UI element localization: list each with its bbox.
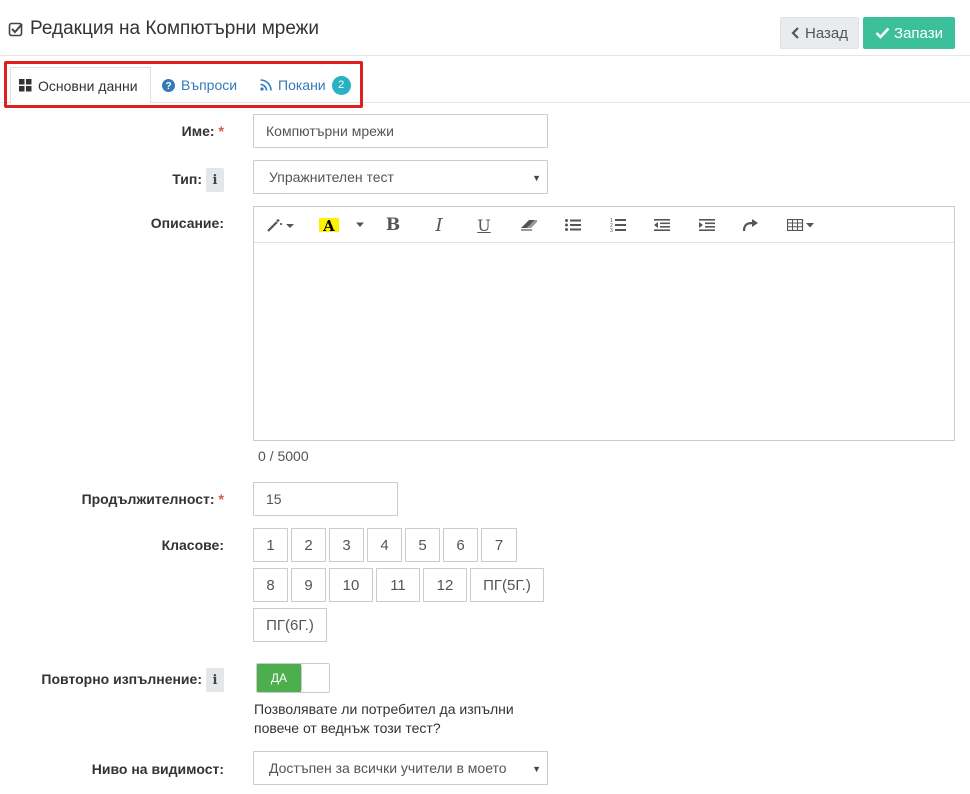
table-icon[interactable]	[782, 207, 822, 243]
grade-option-11[interactable]: 11	[376, 568, 420, 602]
checkbox-checked-icon	[8, 22, 23, 37]
repeat-toggle-on-label: ДА	[257, 664, 301, 692]
redo-icon[interactable]	[738, 207, 764, 243]
font-color-icon[interactable]: A	[316, 207, 342, 243]
outdent-icon[interactable]	[649, 207, 675, 243]
grade-option-8[interactable]: 8	[253, 568, 288, 602]
visibility-select[interactable]: Достъпен за всички учители в моето ▼	[253, 751, 548, 785]
grade-option-5[interactable]: 5	[405, 528, 440, 562]
grade-option-pg5[interactable]: ПГ(5Г.)	[470, 568, 544, 602]
chevron-left-icon	[791, 27, 799, 39]
repeat-help-line-2: повече от веднъж този тест?	[254, 720, 441, 736]
repeat-toggle-knob	[301, 664, 329, 692]
repeat-help-text: Позволявате ли потребител да изпълни пов…	[254, 700, 554, 738]
eraser-icon[interactable]	[516, 207, 542, 243]
duration-input[interactable]: 15	[253, 482, 398, 516]
page-header: Редакция на Компютърни мрежи Назад Запаз…	[0, 0, 970, 56]
numbered-list-icon[interactable]: 123	[605, 207, 631, 243]
bold-icon[interactable]: B	[380, 207, 406, 243]
indent-icon[interactable]	[694, 207, 720, 243]
duration-input-value: 15	[266, 491, 282, 507]
grade-option-1[interactable]: 1	[253, 528, 288, 562]
grade-option-9[interactable]: 9	[291, 568, 326, 602]
font-color-dropdown-icon[interactable]	[352, 207, 368, 243]
underline-icon[interactable]: U	[471, 207, 497, 243]
repeat-help-line-1: Позволявате ли потребител да изпълни	[254, 701, 514, 717]
visibility-select-value: Достъпен за всички учители в моето	[269, 760, 507, 776]
required-marker: *	[218, 123, 224, 139]
name-label-text: Име:	[181, 123, 215, 139]
caret-down-icon: ▼	[532, 173, 541, 183]
italic-icon[interactable]: I	[426, 207, 452, 243]
page-title-text: Редакция на Компютърни мрежи	[30, 18, 320, 39]
required-marker: *	[218, 491, 224, 507]
name-label: Име: *	[100, 123, 224, 139]
type-info-icon[interactable]: i	[206, 168, 224, 192]
type-select-value: Упражнителен тест	[269, 169, 394, 185]
editor-toolbar: A B I U 123	[254, 207, 954, 243]
grade-option-3[interactable]: 3	[329, 528, 364, 562]
svg-text:3: 3	[610, 228, 613, 232]
description-label: Описание:	[150, 215, 224, 231]
bullet-list-icon[interactable]	[560, 207, 586, 243]
back-button-label: Назад	[805, 24, 848, 42]
name-input[interactable]: Компютърни мрежи	[253, 114, 548, 148]
grade-option-10[interactable]: 10	[329, 568, 373, 602]
grade-option-pg6[interactable]: ПГ(6Г.)	[253, 608, 327, 642]
grades-label: Класове:	[161, 537, 224, 553]
check-icon	[875, 27, 890, 39]
repeat-label: Повторно изпълнение:	[41, 671, 202, 687]
grade-option-2[interactable]: 2	[291, 528, 326, 562]
repeat-toggle[interactable]: ДА	[256, 663, 330, 693]
duration-label: Продължителност: *	[40, 491, 224, 507]
magic-wand-icon[interactable]	[264, 207, 298, 243]
grade-option-4[interactable]: 4	[367, 528, 402, 562]
grade-option-12[interactable]: 12	[423, 568, 467, 602]
svg-text:A: A	[322, 217, 335, 233]
caret-down-icon: ▼	[532, 764, 541, 774]
tabs-highlight-frame	[4, 61, 363, 108]
grade-option-6[interactable]: 6	[443, 528, 478, 562]
save-button[interactable]: Запази	[863, 17, 955, 49]
save-button-label: Запази	[894, 24, 943, 42]
name-input-value: Компютърни мрежи	[266, 123, 394, 139]
back-button[interactable]: Назад	[780, 17, 859, 49]
visibility-label: Ниво на видимост:	[91, 761, 224, 777]
description-editor: A B I U 123	[253, 206, 955, 441]
type-select[interactable]: Упражнителен тест ▼	[253, 160, 548, 194]
description-textarea[interactable]	[254, 243, 954, 440]
type-label: Тип:	[172, 171, 202, 187]
repeat-info-icon[interactable]: i	[206, 668, 224, 692]
page-title: Редакция на Компютърни мрежи	[8, 18, 319, 40]
description-char-counter: 0 / 5000	[258, 448, 309, 464]
duration-label-text: Продължителност:	[81, 491, 215, 507]
grade-option-7[interactable]: 7	[481, 528, 517, 562]
